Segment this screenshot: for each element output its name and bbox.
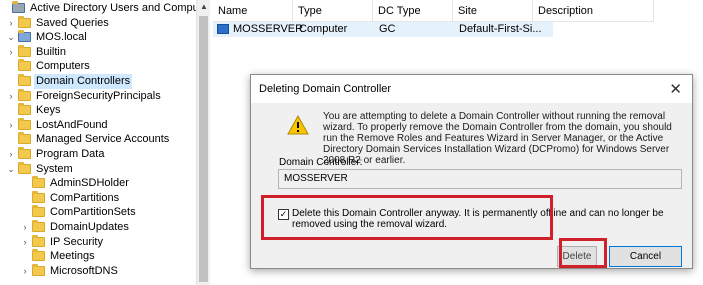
tree-item[interactable]: ⌄ System [0, 161, 196, 177]
tree-item[interactable]: ComPartitionSets [0, 205, 196, 220]
tree-item-label: Program Data [36, 148, 105, 160]
chevron-down-icon[interactable]: ⌄ [6, 162, 16, 177]
highlight-delete-box [559, 238, 607, 268]
tree-item[interactable]: Active Directory Users and Computers [MC [0, 1, 196, 16]
folder-icon [32, 190, 45, 203]
folder-icon [32, 263, 45, 276]
tree-item[interactable]: › Saved Queries [0, 15, 196, 31]
domain-controller-field: MOSSERVER [278, 169, 682, 189]
tree-item-label: Meetings [50, 250, 95, 263]
computer-icon [217, 24, 229, 34]
chevron-right-icon[interactable]: › [20, 235, 30, 250]
tree-item[interactable]: › DomainUpdates [0, 220, 196, 235]
folder-icon [32, 220, 45, 232]
tree-item[interactable]: › LostAndFound [0, 117, 196, 133]
folder-icon [18, 15, 31, 28]
chevron-right-icon[interactable]: › [6, 16, 16, 31]
tree-item[interactable]: Domain Controllers [0, 74, 196, 89]
list-header: Name Type DC Type Site Description [213, 0, 654, 22]
chevron-right-icon[interactable]: › [6, 89, 16, 104]
tree-item[interactable]: › ForeignSecurityPrincipals [0, 88, 196, 104]
chevron-down-icon[interactable]: ⌄ [6, 30, 16, 45]
folder-icon [18, 147, 31, 159]
column-header-name[interactable]: Name [213, 0, 293, 22]
folder-icon [32, 176, 45, 189]
scrollbar-thumb[interactable] [199, 16, 208, 282]
tree-item-label: DomainUpdates [50, 221, 129, 233]
dialog-title: Deleting Domain Controller [259, 83, 392, 95]
dialog-body: You are attempting to delete a Domain Co… [251, 103, 692, 270]
domain-controller-label: Domain Controller: [279, 157, 363, 168]
dialog-message: You are attempting to delete a Domain Co… [323, 111, 672, 166]
cancel-button[interactable]: Cancel [609, 246, 682, 267]
cell-dc-type: GC [379, 23, 396, 35]
highlight-checkbox-box [261, 195, 553, 240]
tree-item-label: Active Directory Users and Computers [MC [30, 2, 196, 14]
tree-item[interactable]: ComPartitions [0, 190, 196, 206]
tree-item-label: Builtin [36, 45, 66, 58]
scroll-up-icon[interactable]: ▲ [197, 2, 211, 11]
tree-item-label: MOS.local [36, 31, 87, 44]
cell-type: Computer [299, 23, 348, 35]
chevron-right-icon[interactable]: › [6, 45, 16, 60]
tree-item[interactable]: Meetings [0, 249, 196, 264]
column-header-site[interactable]: Site [453, 0, 533, 22]
column-header-description[interactable]: Description [533, 0, 654, 22]
aduc-icon [12, 1, 25, 13]
tree-item[interactable]: AdminSDHolder [0, 176, 196, 191]
folder-icon [18, 88, 31, 101]
tree-item-label: Managed Service Accounts [36, 133, 170, 146]
folder-icon [18, 103, 31, 116]
folder-icon [18, 132, 31, 145]
warning-icon [287, 115, 309, 135]
folder-icon [18, 44, 31, 57]
folder-icon [18, 161, 31, 174]
chevron-right-icon[interactable]: › [6, 118, 16, 133]
tree-item-label: LostAndFound [36, 118, 108, 131]
list-row-mosserver[interactable]: MOSSERVER Computer GC Default-First-Si..… [213, 22, 553, 37]
folder-icon [18, 59, 31, 72]
tree-item-label: IP Security [50, 235, 103, 248]
tree-item-label: Domain Controllers [34, 74, 133, 89]
close-icon[interactable]: ✕ [669, 80, 682, 98]
chevron-right-icon[interactable]: › [6, 147, 16, 162]
tree-item[interactable]: Keys [0, 103, 196, 118]
folder-icon [32, 249, 45, 262]
tree-item-label: Keys [36, 104, 61, 117]
tree-item[interactable]: › IP Security [0, 234, 196, 250]
tree-item-label: ComPartitionSets [50, 206, 136, 219]
tree-item[interactable]: › Builtin [0, 44, 196, 60]
tree-item-label: Computers [36, 60, 90, 73]
tree-item[interactable]: ⌄ MOS.local [0, 30, 196, 45]
chevron-right-icon[interactable]: › [20, 220, 30, 235]
column-header-type[interactable]: Type [293, 0, 373, 22]
folder-icon [18, 117, 31, 130]
dialog-titlebar: Deleting Domain Controller ✕ [251, 75, 692, 103]
console-tree: Active Directory Users and Computers [MC… [0, 0, 196, 285]
folder-icon [18, 74, 31, 86]
tree-item-label: Saved Queries [36, 16, 109, 29]
tree-item[interactable]: › Program Data [0, 147, 196, 162]
tree-item-label: AdminSDHolder [50, 177, 129, 190]
chevron-right-icon[interactable]: › [20, 264, 30, 279]
tree-item-label: MicrosoftDNS [50, 264, 118, 277]
tree-item[interactable]: Managed Service Accounts [0, 132, 196, 147]
cell-name: MOSSERVER [233, 23, 304, 35]
column-header-dc-type[interactable]: DC Type [373, 0, 453, 22]
tree-item-label: ComPartitions [50, 191, 120, 204]
folder-icon [32, 205, 45, 218]
tree-scrollbar[interactable]: ▲ [196, 0, 210, 285]
tree-item-label: System [36, 162, 73, 175]
tree-item[interactable]: › MicrosoftDNS [0, 263, 196, 279]
folder-icon [32, 234, 45, 247]
cell-site: Default-First-Si... [459, 23, 542, 35]
tree-item[interactable]: Computers [0, 59, 196, 74]
tree-item-label: ForeignSecurityPrincipals [36, 89, 161, 102]
domain-icon [18, 30, 31, 43]
